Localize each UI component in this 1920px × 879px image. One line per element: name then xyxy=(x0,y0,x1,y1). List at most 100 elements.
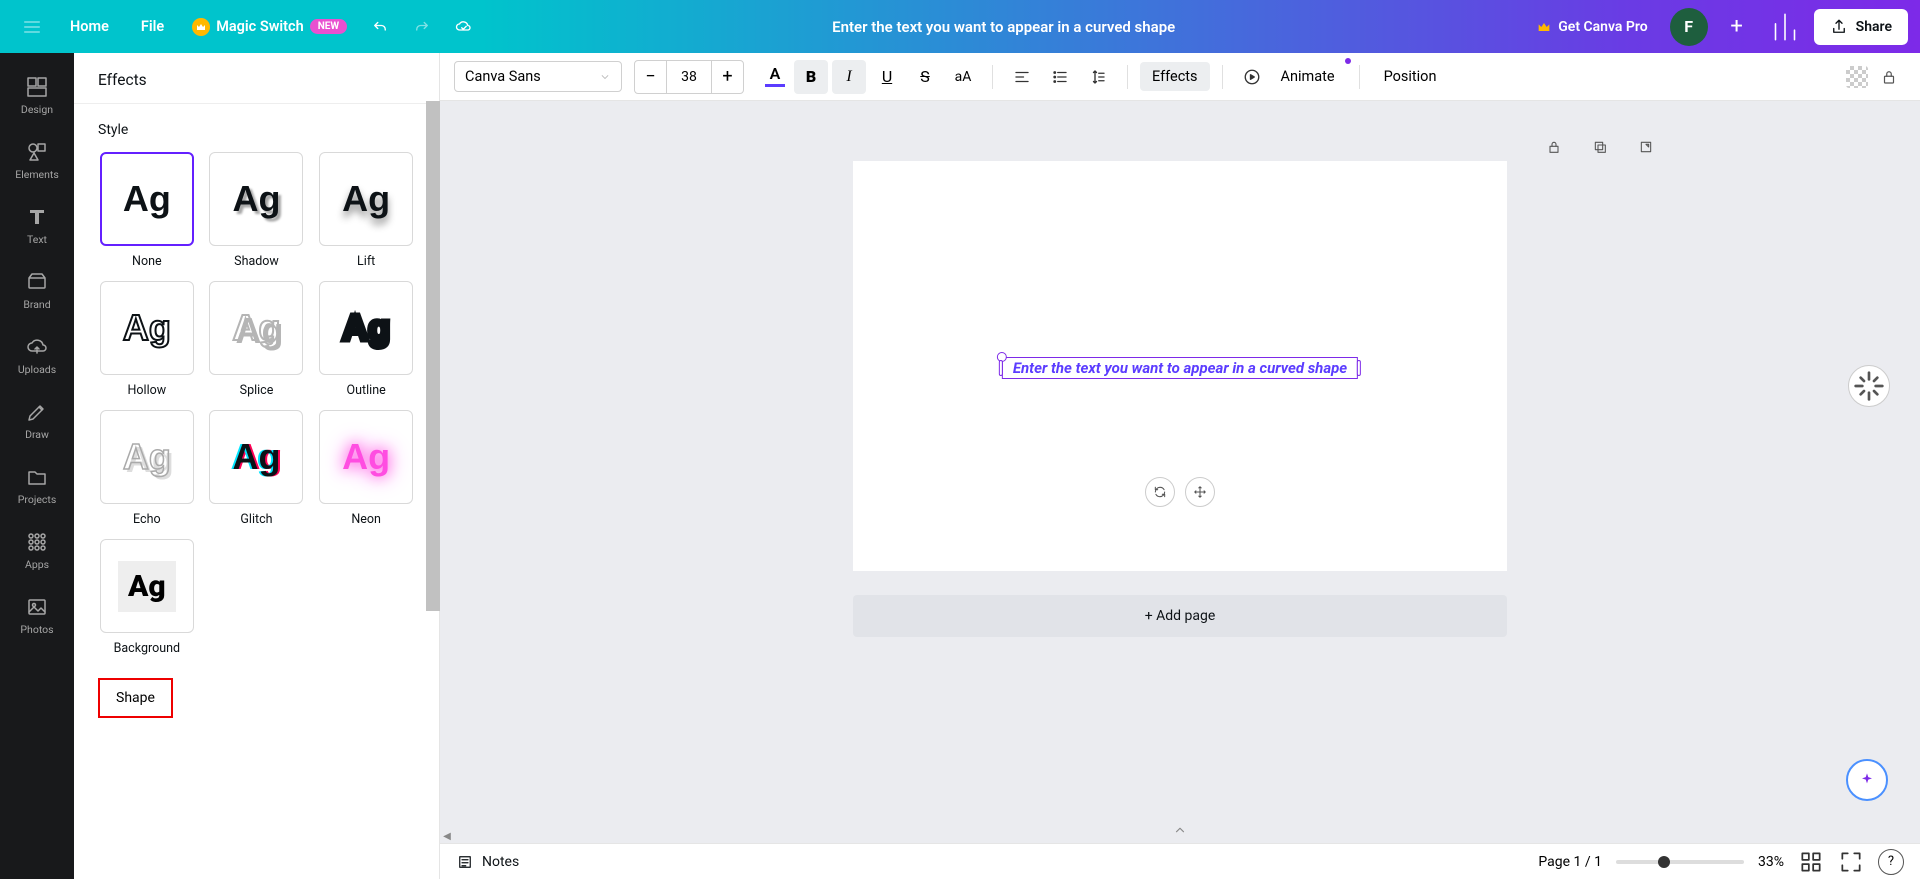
add-collaborator-button[interactable]: + xyxy=(1718,8,1756,46)
position-button[interactable]: Position xyxy=(1372,62,1449,91)
animate-button[interactable]: Animate xyxy=(1269,62,1347,91)
rail-photos[interactable]: Photos xyxy=(0,583,74,648)
style-lift[interactable]: Ag Lift xyxy=(317,152,415,269)
list-button[interactable] xyxy=(1043,60,1077,94)
rail-text[interactable]: Text xyxy=(0,193,74,258)
style-neon[interactable]: Ag Neon xyxy=(317,410,415,527)
underline-button[interactable]: U xyxy=(870,60,904,94)
zoom-thumb[interactable] xyxy=(1658,856,1670,868)
rail-draw[interactable]: Draw xyxy=(0,388,74,453)
text-color-button[interactable]: A xyxy=(760,62,790,92)
magic-switch-button[interactable]: Magic Switch NEW xyxy=(182,12,357,42)
style-splice[interactable]: Ag Splice xyxy=(208,281,306,398)
zoom-level[interactable]: 33% xyxy=(1758,854,1784,870)
style-shadow[interactable]: Ag Shadow xyxy=(208,152,306,269)
cloud-sync-button[interactable] xyxy=(445,8,483,46)
brand-icon xyxy=(25,270,49,294)
resize-handle-right[interactable] xyxy=(1357,360,1361,376)
redo-icon xyxy=(413,18,431,36)
redo-button[interactable] xyxy=(403,8,441,46)
projects-icon xyxy=(25,465,49,489)
get-pro-button[interactable]: Get Canva Pro xyxy=(1524,11,1659,43)
rail-projects[interactable]: Projects xyxy=(0,453,74,518)
style-preview: Ag xyxy=(100,281,194,375)
alignment-button[interactable] xyxy=(1005,60,1039,94)
export-icon xyxy=(1638,139,1654,155)
style-outline[interactable]: Ag Outline xyxy=(317,281,415,398)
rail-label: Design xyxy=(21,103,53,116)
style-label: Shadow xyxy=(234,254,279,269)
style-hollow[interactable]: Ag Hollow xyxy=(98,281,196,398)
lock-button[interactable] xyxy=(1872,60,1906,94)
chevron-up-icon xyxy=(1173,823,1187,837)
style-none[interactable]: Ag None xyxy=(98,152,196,269)
style-echo[interactable]: Ag Echo xyxy=(98,410,196,527)
avatar[interactable]: F xyxy=(1670,8,1708,46)
effects-button[interactable]: Effects xyxy=(1140,62,1210,91)
panel-title: Effects xyxy=(74,53,439,104)
style-background[interactable]: Ag Background xyxy=(98,539,196,656)
transparency-button[interactable] xyxy=(1846,66,1868,88)
animate-wrap: Animate xyxy=(1235,60,1347,94)
case-button[interactable]: aA xyxy=(946,60,980,94)
color-bar xyxy=(765,84,785,87)
style-label: Hollow xyxy=(128,383,167,398)
apps-icon xyxy=(25,530,49,554)
style-glitch[interactable]: Ag Glitch xyxy=(208,410,306,527)
spacing-button[interactable] xyxy=(1081,60,1115,94)
add-page-button[interactable]: + Add page xyxy=(853,595,1507,637)
shape-section-title[interactable]: Shape xyxy=(98,678,173,718)
scroll-left-arrow[interactable]: ◀ xyxy=(440,829,454,843)
grid-view-button[interactable] xyxy=(1798,849,1824,875)
page[interactable]: Enter the text you want to appear in a c… xyxy=(853,161,1507,571)
rail-uploads[interactable]: Uploads xyxy=(0,323,74,388)
sync-button[interactable] xyxy=(1145,477,1175,507)
hamburger-menu[interactable] xyxy=(12,7,52,47)
rail-brand[interactable]: Brand xyxy=(0,258,74,323)
font-dropdown[interactable]: Canva Sans xyxy=(454,61,622,92)
font-name: Canva Sans xyxy=(465,68,541,85)
separator xyxy=(1359,65,1360,89)
resize-handle-left[interactable] xyxy=(999,360,1003,376)
file-menu[interactable]: File xyxy=(127,10,178,43)
fullscreen-button[interactable] xyxy=(1838,849,1864,875)
style-preview: Ag xyxy=(100,410,194,504)
rail-label: Apps xyxy=(25,558,49,571)
bold-button[interactable]: B xyxy=(794,60,828,94)
increase-size-button[interactable]: + xyxy=(711,61,743,93)
strikethrough-button[interactable]: S xyxy=(908,60,942,94)
italic-button[interactable]: I xyxy=(832,60,866,94)
text-element[interactable]: Enter the text you want to appear in a c… xyxy=(1002,357,1358,379)
page-lock-button[interactable] xyxy=(1540,133,1568,161)
crown-icon xyxy=(192,18,210,36)
font-size-input[interactable] xyxy=(667,61,711,93)
ai-assistant-fab[interactable] xyxy=(1846,759,1888,801)
export-page-button[interactable] xyxy=(1632,133,1660,161)
rail-elements[interactable]: Elements xyxy=(0,128,74,193)
zoom-slider[interactable] xyxy=(1616,860,1744,864)
top-header: Home File Magic Switch NEW Enter the tex… xyxy=(0,0,1920,53)
move-button[interactable] xyxy=(1185,477,1215,507)
decrease-size-button[interactable]: − xyxy=(635,61,667,93)
canvas-area[interactable]: Enter the text you want to appear in a c… xyxy=(440,101,1920,843)
analytics-button[interactable] xyxy=(1766,8,1804,46)
home-link[interactable]: Home xyxy=(56,10,123,43)
design-title[interactable]: Enter the text you want to appear in a c… xyxy=(483,18,1524,36)
undo-button[interactable] xyxy=(361,8,399,46)
duplicate-page-button[interactable] xyxy=(1586,133,1614,161)
comment-fab[interactable] xyxy=(1848,365,1890,407)
rail-label: Photos xyxy=(20,623,53,636)
notes-button[interactable]: Notes xyxy=(456,853,519,871)
help-button[interactable]: ? xyxy=(1878,849,1904,875)
rail-apps[interactable]: Apps xyxy=(0,518,74,583)
text-content[interactable]: Enter the text you want to appear in a c… xyxy=(1013,359,1347,377)
animate-icon-button[interactable] xyxy=(1235,60,1269,94)
share-button[interactable]: Share xyxy=(1814,9,1908,45)
rail-design[interactable]: Design xyxy=(0,63,74,128)
style-label: Background xyxy=(114,641,180,656)
style-preview: Ag xyxy=(319,410,413,504)
grid-icon xyxy=(1798,849,1824,875)
page-indicator[interactable]: Page 1 / 1 xyxy=(1538,854,1602,870)
expand-pages-handle[interactable] xyxy=(1165,823,1195,837)
panel-scrollbar[interactable] xyxy=(426,101,440,611)
